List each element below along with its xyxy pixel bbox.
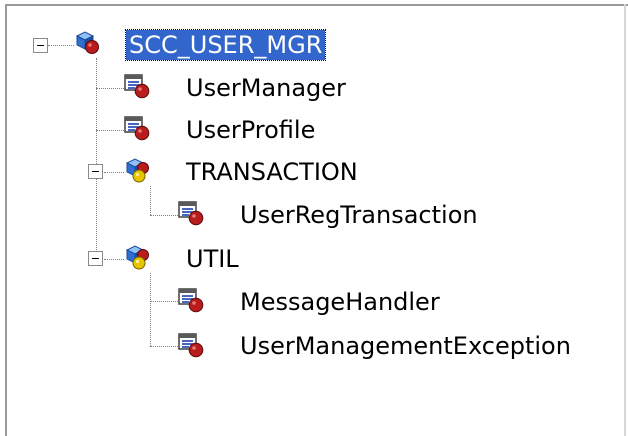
tree-node-item[interactable]: UserManagementException	[237, 331, 574, 361]
tree-connector	[96, 88, 124, 89]
tree-connector	[150, 301, 178, 302]
subpackage-icon	[124, 244, 150, 270]
tree-connector	[104, 172, 124, 173]
tree-node-item[interactable]: MessageHandler	[237, 287, 443, 317]
tree-connector	[150, 273, 151, 346]
collapse-toggle[interactable]	[33, 38, 48, 53]
subpackage-icon	[124, 157, 150, 183]
class-icon	[178, 332, 204, 358]
tree-node-item[interactable]: UserRegTransaction	[237, 200, 481, 230]
tree-node-item[interactable]: UserManager	[183, 73, 349, 103]
class-icon	[178, 200, 204, 226]
tree-view[interactable]: SCC_USER_MGR UserManager UserProfile TRA…	[0, 0, 628, 436]
tree-border-right	[624, 4, 626, 436]
tree-connector	[150, 346, 178, 347]
tree-node-root[interactable]: SCC_USER_MGR	[124, 29, 327, 61]
tree-border-top	[5, 4, 628, 6]
class-icon	[178, 287, 204, 313]
tree-connector	[48, 45, 74, 46]
tree-connector	[150, 186, 151, 215]
collapse-toggle[interactable]	[88, 164, 103, 179]
tree-border-left	[5, 4, 7, 436]
class-icon	[124, 115, 150, 141]
collapse-toggle[interactable]	[88, 251, 103, 266]
tree-connector	[96, 130, 124, 131]
tree-node-folder[interactable]: TRANSACTION	[183, 157, 361, 187]
tree-node-item[interactable]: UserProfile	[183, 115, 318, 145]
package-icon	[74, 29, 100, 55]
tree-node-folder[interactable]: UTIL	[183, 244, 242, 274]
tree-connector	[104, 259, 124, 260]
class-icon	[124, 73, 150, 99]
tree-connector	[150, 215, 178, 216]
